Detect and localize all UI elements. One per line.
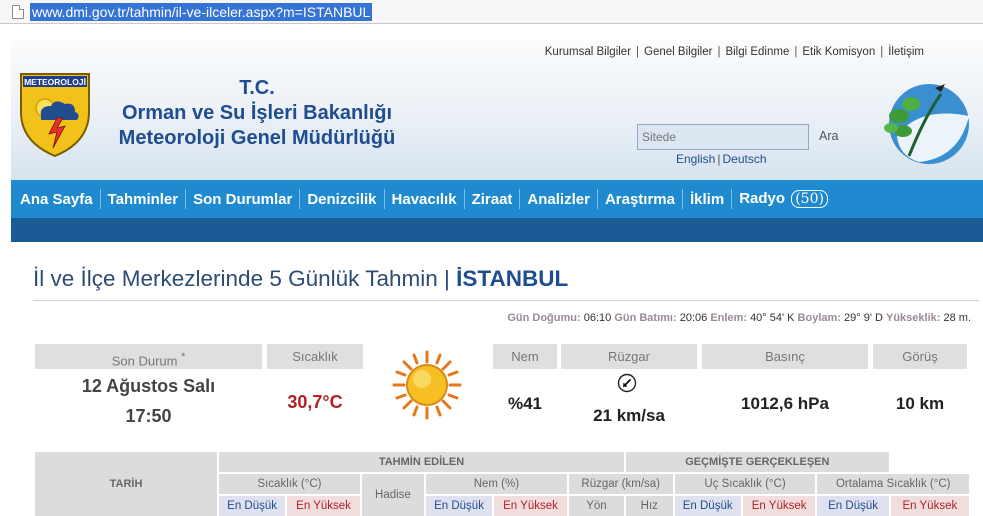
uc-en-yuksek: En Yüksek (742, 496, 816, 516)
lat-label: Enlem: (710, 312, 747, 324)
lon-label: Boylam: (797, 312, 841, 324)
lat-value: 40° 54' K (750, 312, 795, 324)
top-link-genel[interactable]: Genel Bilgiler (639, 46, 717, 58)
url-text[interactable]: www.dmi.gov.tr/tahmin/il-ve-ilceler.aspx… (30, 2, 373, 21)
title-prefix: İl ve İlçe Merkezlerinde 5 Günlük Tahmin… (33, 266, 457, 291)
ministry-title: T.C. Orman ve Su İşleri Bakanlığı Meteor… (97, 76, 417, 151)
current-wind: 21 km/sa (593, 406, 665, 425)
meteoroloji-logo[interactable]: METEOROLOJİ (19, 72, 91, 158)
ort-en-yuksek: En Yüksek (890, 496, 969, 516)
visibility-header: Görüş (873, 344, 967, 369)
top-link-bilgi[interactable]: Bilgi Edinme (720, 46, 794, 58)
nav-ana-sayfa[interactable]: Ana Sayfa (13, 191, 100, 208)
col-hadise: Hadise (361, 474, 424, 516)
alt-value: 28 m. (943, 312, 971, 324)
pressure-header: Basınç (702, 344, 868, 369)
nav-ziraat[interactable]: Ziraat (465, 191, 520, 208)
ruzgar-yon: Yön (568, 496, 625, 516)
col-sicaklik: Sıcaklık (°C) (219, 474, 360, 494)
nav-analizler[interactable]: Analizler (520, 191, 597, 208)
alt-label: Yükseklik: (886, 312, 941, 324)
sunset-label: Gün Batımı: (614, 312, 677, 324)
main-nav: Ana Sayfa Tahminler Son Durumlar Denizci… (11, 180, 983, 218)
wind-direction-icon (617, 373, 637, 393)
nav-radyo-label: Radyo (739, 190, 786, 207)
brand-line-ministry: Orman ve Su İşleri Bakanlığı (121, 102, 393, 124)
wind-header: Rüzgar (561, 344, 697, 369)
language-links: English | Deutsch (676, 152, 767, 166)
current-pressure: 1012,6 hPa (741, 394, 829, 413)
lang-deutsch-link[interactable]: Deutsch (722, 152, 766, 166)
col-uc-sicaklik: Uç Sıcaklık (°C) (674, 474, 816, 494)
forecast-table: TARİH TAHMİN EDİLEN GEÇMİŞTE GERÇEKLEŞEN… (33, 450, 971, 516)
top-link-iletisim[interactable]: İletişim (883, 46, 929, 58)
col-ruzgar: Rüzgar (km/sa) (568, 474, 673, 494)
search-button[interactable]: Ara (819, 129, 838, 143)
uc-en-dusuk: En Düşük (674, 496, 741, 516)
site-header: Kurumsal Bilgiler | Genel Bilgiler | Bilgi… (11, 40, 983, 180)
ort-en-dusuk: En Düşük (817, 496, 889, 516)
current-visibility: 10 km (895, 394, 945, 413)
humidity-header: Nem (493, 344, 557, 369)
top-link-etik[interactable]: Etik Komisyon (797, 46, 880, 58)
current-time: 17:50 (125, 406, 172, 426)
col-tahmin-edilen: TAHMİN EDİLEN (219, 452, 625, 472)
nav-arastirma[interactable]: Araştırma (598, 191, 682, 208)
lang-english-link[interactable]: English (676, 152, 715, 166)
search-input[interactable] (637, 124, 809, 150)
sub-nav-bar (11, 218, 983, 242)
nem-en-yuksek: En Yüksek (494, 496, 567, 516)
page: Kurumsal Bilgiler | Genel Bilgiler | Bilgi… (11, 40, 983, 516)
title-divider (33, 300, 979, 301)
col-nem: Nem (%) (425, 474, 567, 494)
sun-info: Gün Doğumu: 06:10 Gün Batımı: 20:06 Enle… (507, 312, 971, 324)
nav-iklim[interactable]: İklim (683, 191, 731, 208)
nem-en-dusuk: En Düşük (425, 496, 493, 516)
col-tarih: TARİH (35, 452, 217, 516)
sicaklik-en-dusuk: En Düşük (219, 496, 286, 516)
sunrise-value: 06:10 (583, 312, 612, 324)
col-ort-sicaklik: Ortalama Sıcaklık (°C) (817, 474, 969, 494)
sunny-icon (392, 350, 462, 420)
lon-value: 29° 9' D (844, 312, 883, 324)
logo-text: METEOROLOJİ (24, 77, 86, 87)
son-durum-header: Son Durum * (35, 344, 262, 369)
current-humidity: %41 (507, 394, 543, 413)
brand-line-tc: T.C. (239, 77, 275, 99)
ruzgar-hiz: Hız (626, 496, 673, 516)
nav-tahminler[interactable]: Tahminler (101, 191, 186, 208)
page-icon (12, 4, 24, 19)
nav-radyo[interactable]: Radyo (50) (732, 190, 835, 208)
title-city: İSTANBUL (456, 266, 569, 291)
radio-50-badge: (50) (791, 190, 828, 208)
nav-son-durumlar[interactable]: Son Durumlar (186, 191, 299, 208)
top-link-kurumsal[interactable]: Kurumsal Bilgiler (540, 46, 636, 58)
top-links: Kurumsal Bilgiler | Genel Bilgiler | Bilgi… (540, 46, 929, 58)
ministry-logo[interactable] (879, 76, 971, 168)
page-title: İl ve İlçe Merkezlerinde 5 Günlük Tahmin… (33, 266, 568, 292)
nav-havacilik[interactable]: Havacılık (385, 191, 464, 208)
son-durum-asterisk: * (181, 351, 186, 363)
col-gecmiste: GEÇMİŞTE GERÇEKLEŞEN (626, 452, 889, 472)
current-temp: 30,7°C (287, 392, 343, 412)
brand-line-directorate: Meteoroloji Genel Müdürlüğü (118, 127, 396, 149)
current-date: 12 Ağustos Salı (81, 376, 216, 396)
sunrise-label: Gün Doğumu: (507, 312, 581, 324)
son-durum-label: Son Durum (111, 353, 178, 369)
sicaklik-en-yuksek: En Yüksek (287, 496, 360, 516)
temp-header: Sıcaklık (267, 344, 363, 369)
sunset-value: 20:06 (679, 312, 708, 324)
address-bar[interactable]: www.dmi.gov.tr/tahmin/il-ve-ilceler.aspx… (0, 0, 983, 24)
nav-denizcilik[interactable]: Denizcilik (300, 191, 383, 208)
